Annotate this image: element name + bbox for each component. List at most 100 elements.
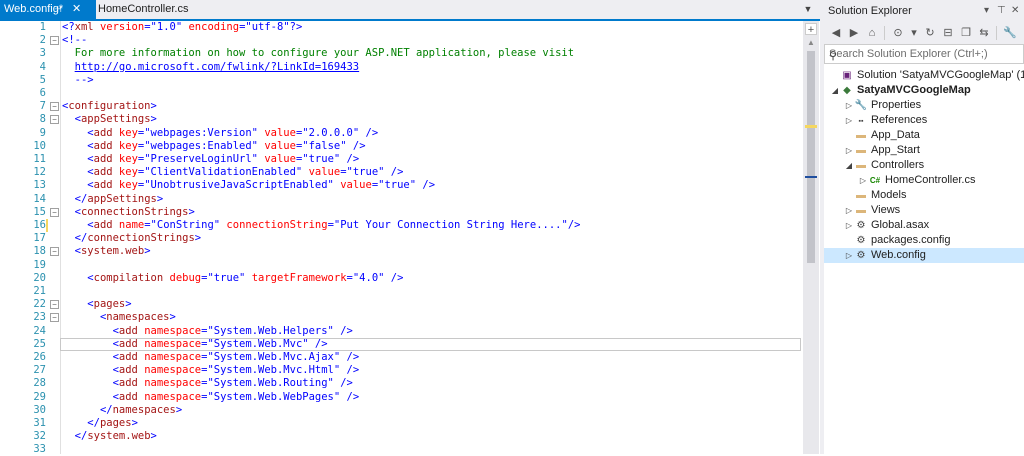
tree-node[interactable]: ⚙ packages.config: [824, 233, 1024, 248]
code-token: />: [314, 337, 328, 350]
home-icon[interactable]: ⌂: [864, 25, 880, 41]
solution-explorer-toolbar: ◀ ▶ ⌂ ⊙ ▾ ↻ ⊟ ❐ ⇆ 🔧: [824, 22, 1024, 44]
tab-dropdown-icon[interactable]: ▼: [802, 3, 814, 15]
code-token[interactable]: http://go.microsoft.com/fwlink/?LinkId=1…: [75, 61, 359, 73]
code-token: "utf-8": [245, 21, 290, 33]
tree-node[interactable]: ▷ ▬ App_Start: [824, 143, 1024, 158]
view-code-icon[interactable]: ⇆: [976, 25, 992, 41]
tree-node[interactable]: ▷ 🔧 Properties: [824, 98, 1024, 113]
scroll-up-icon[interactable]: ▲: [803, 38, 819, 50]
expand-arrow-icon[interactable]: ▷: [844, 218, 854, 233]
code-line: <add name="ConString" connectionString="…: [62, 219, 580, 232]
line-number: 8: [39, 113, 46, 126]
pending-changes-filter-icon[interactable]: ⊙: [890, 25, 906, 41]
search-icon[interactable]: ⚲: [829, 47, 1019, 65]
code-token: />: [340, 377, 353, 390]
collapse-all-icon[interactable]: ⊟: [940, 25, 956, 41]
expand-arrow-icon[interactable]: ▷: [844, 98, 854, 113]
tree-node[interactable]: ▷ ⚙ Web.config: [824, 248, 1024, 263]
code-token: debug: [169, 271, 202, 284]
tree-node[interactable]: ▷ ▬ Views: [824, 203, 1024, 218]
line-number: 31: [33, 417, 46, 429]
code-token: system.web: [87, 430, 151, 443]
code-token: add: [118, 364, 138, 377]
expand-arrow-icon[interactable]: ▷: [844, 113, 854, 128]
code-token: version: [99, 21, 145, 33]
close-icon[interactable]: ✕: [1011, 0, 1019, 22]
code-token: "System.Web.Helpers": [207, 324, 334, 337]
code-token: />: [390, 166, 404, 179]
code-token: "ClientValidationEnabled": [144, 166, 303, 179]
forward-icon[interactable]: ▶: [846, 25, 862, 41]
tab-web-config[interactable]: Web.config* ⊣ ✕: [0, 0, 96, 19]
line-number: 23: [33, 311, 46, 324]
tree-node[interactable]: ▬ Models: [824, 188, 1024, 203]
tree-node-label: Properties: [871, 99, 922, 111]
toolbar-separator: [884, 26, 885, 40]
tree-node[interactable]: ▷ ▪▪ References: [824, 113, 1024, 128]
code-line: <namespaces>: [62, 311, 176, 324]
collapse-region-icon[interactable]: −: [50, 247, 59, 257]
dropdown-icon[interactable]: ▾: [906, 25, 922, 41]
expand-arrow-icon[interactable]: ▷: [844, 143, 854, 158]
show-all-files-icon[interactable]: ❐: [958, 25, 974, 41]
line-number: 24: [33, 324, 46, 337]
refresh-icon[interactable]: ↻: [922, 25, 938, 41]
close-icon[interactable]: ✕: [72, 0, 81, 19]
tree-node[interactable]: ◢ ▬ Controllers: [824, 158, 1024, 173]
code-line: <?xml version="1.0" encoding="utf-8"?>: [62, 21, 302, 34]
line-number: 12: [33, 166, 46, 179]
collapse-region-icon[interactable]: −: [50, 115, 59, 125]
collapse-region-icon[interactable]: −: [50, 300, 59, 310]
code-token: >: [175, 403, 183, 416]
tree-node-label: Views: [871, 204, 901, 216]
expand-arrow-icon[interactable]: ▷: [858, 173, 868, 188]
tree-node[interactable]: ▷ ⚙ Global.asax: [824, 218, 1024, 233]
change-marker: [805, 125, 817, 128]
collapse-region-icon[interactable]: −: [50, 102, 59, 112]
code-token: />: [346, 364, 360, 377]
expand-arrow-icon[interactable]: ▷: [844, 248, 854, 263]
code-line: <compilation debug="true" targetFramewor…: [62, 272, 403, 285]
tab-home-controller[interactable]: HomeController.cs: [94, 0, 192, 19]
code-text-area[interactable]: <?xml version="1.0" encoding="utf-8"?> <!…: [62, 21, 802, 454]
tree-node[interactable]: ▷ C# HomeController.cs: [824, 173, 1024, 188]
back-icon[interactable]: ◀: [828, 25, 844, 41]
collapse-region-icon[interactable]: −: [50, 207, 59, 217]
expand-arrow-icon[interactable]: ▷: [844, 203, 854, 218]
collapse-arrow-icon[interactable]: ◢: [844, 158, 854, 173]
collapse-region-icon[interactable]: −: [50, 36, 59, 46]
window-position-icon[interactable]: ▾: [984, 0, 989, 22]
line-number: 7: [39, 100, 46, 113]
code-token: >: [156, 192, 164, 205]
tree-node[interactable]: ▬ App_Data: [824, 128, 1024, 143]
pin-icon[interactable]: ⊣: [54, 0, 62, 19]
split-view-icon[interactable]: +: [805, 23, 817, 36]
tree-node-label: Web.config: [871, 249, 926, 261]
code-token: xml: [74, 21, 94, 33]
line-number: 4: [39, 60, 46, 73]
code-token: system.web: [80, 245, 145, 258]
search-solution-explorer-input[interactable]: Search Solution Explorer (Ctrl+;) ⚲: [824, 44, 1024, 64]
vertical-scrollbar[interactable]: + ▲: [803, 21, 819, 454]
properties-wrench-icon[interactable]: 🔧: [1002, 25, 1018, 41]
code-token: </: [99, 403, 113, 416]
code-token: "System.Web.WebPages": [207, 390, 341, 403]
tree-node[interactable]: ◢ ◆ SatyaMVCGoogleMap: [824, 83, 1024, 98]
scroll-thumb[interactable]: [807, 51, 815, 263]
collapse-arrow-icon[interactable]: ◢: [830, 83, 840, 98]
auto-hide-pin-icon[interactable]: ⊤: [997, 0, 1006, 22]
code-token: value: [264, 153, 296, 165]
collapse-region-icon[interactable]: −: [50, 313, 59, 323]
code-token: >: [131, 417, 138, 429]
tree-node[interactable]: ▣ Solution 'SatyaMVCGoogleMap' (1 project…: [824, 68, 1024, 83]
line-number-gutter: 1 2 3 4 5 6 7 8 9 10 11 12 13 14 15 16 17 18 19 20 21 22 23 24 2…: [0, 21, 46, 455]
code-line: </pages>: [62, 417, 138, 430]
code-token: namespace: [144, 337, 202, 350]
